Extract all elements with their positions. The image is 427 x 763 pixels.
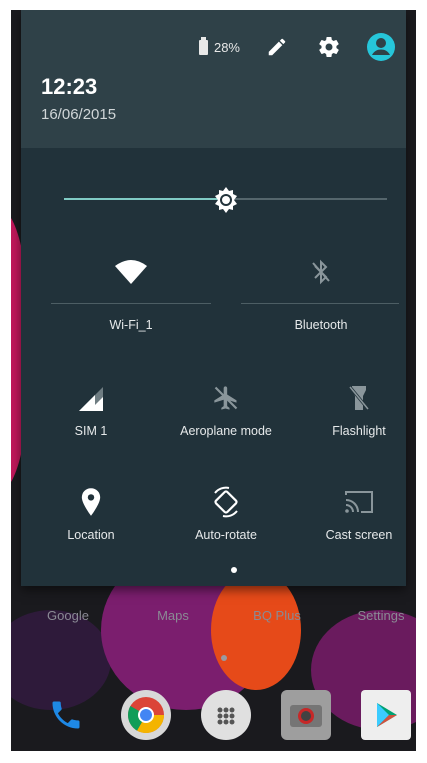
app-label-maps[interactable]: Maps xyxy=(128,608,218,623)
tile-aeroplane-label: Aeroplane mode xyxy=(180,424,272,438)
camera-icon[interactable] xyxy=(281,690,331,740)
brightness-thumb[interactable] xyxy=(212,186,240,214)
bluetooth-off-icon xyxy=(241,256,401,288)
battery-icon xyxy=(198,36,208,55)
tile-location[interactable]: Location xyxy=(31,486,151,542)
signal-icon xyxy=(31,382,151,414)
home-app-row: Google Maps BQ Plus Settings xyxy=(11,608,416,632)
tile-bluetooth-label-wrap[interactable]: Bluetooth xyxy=(241,308,401,332)
tile-flashlight[interactable]: Flashlight xyxy=(299,382,416,438)
tile-aeroplane[interactable]: Aeroplane mode xyxy=(161,382,291,438)
app-label-settings[interactable]: Settings xyxy=(336,608,416,623)
tile-location-label: Location xyxy=(67,528,115,542)
tile-wifi-label: Wi-Fi_1 xyxy=(109,318,153,332)
tile-sim[interactable]: SIM 1 xyxy=(31,382,151,438)
account-icon[interactable] xyxy=(366,32,396,62)
tile-cast[interactable]: Cast screen xyxy=(299,486,416,542)
tile-flashlight-label: Flashlight xyxy=(332,424,386,438)
edit-icon[interactable] xyxy=(262,32,292,62)
dock xyxy=(11,690,416,746)
flashlight-off-icon xyxy=(299,382,416,414)
tile-divider xyxy=(241,303,399,304)
tile-wifi[interactable] xyxy=(51,256,211,288)
brightness-slider-fill xyxy=(64,198,226,200)
rotate-icon xyxy=(161,486,291,518)
play-store-icon[interactable] xyxy=(361,690,411,740)
battery-percent: 28% xyxy=(213,39,240,55)
tile-autorotate[interactable]: Auto-rotate xyxy=(161,486,291,542)
location-icon xyxy=(31,486,151,518)
tile-sim-label: SIM 1 xyxy=(74,424,108,438)
tile-wifi-label-wrap[interactable]: Wi-Fi_1 xyxy=(51,308,211,332)
settings-icon[interactable] xyxy=(314,32,344,62)
cast-icon xyxy=(299,486,416,518)
tile-divider xyxy=(51,303,211,304)
chrome-icon[interactable] xyxy=(121,690,171,740)
quick-settings-page-indicator xyxy=(231,567,237,573)
home-page-indicator xyxy=(221,655,227,661)
quick-settings-panel: 28% 12:23 16/06/2015 Wi-Fi_1 Bluetooth S… xyxy=(21,10,406,586)
tile-bluetooth-label: Bluetooth xyxy=(294,318,348,332)
quick-settings-header: 28% 12:23 16/06/2015 xyxy=(21,10,406,148)
clock-date[interactable]: 16/06/2015 xyxy=(41,106,116,123)
tile-cast-label: Cast screen xyxy=(325,528,393,542)
clock-time[interactable]: 12:23 xyxy=(41,74,97,100)
airplane-icon xyxy=(161,382,291,414)
phone-icon[interactable] xyxy=(41,690,91,740)
app-label-google[interactable]: Google xyxy=(23,608,113,623)
wifi-icon xyxy=(51,256,211,288)
tile-bluetooth[interactable] xyxy=(241,256,401,288)
tile-autorotate-label: Auto-rotate xyxy=(195,528,257,542)
app-label-bq-plus[interactable]: BQ Plus xyxy=(232,608,322,623)
status-bar: 28% xyxy=(198,32,406,62)
app-drawer-icon[interactable] xyxy=(201,690,251,740)
phone-screen: Google Maps BQ Plus Settings 28% 12:23 1… xyxy=(11,10,416,751)
